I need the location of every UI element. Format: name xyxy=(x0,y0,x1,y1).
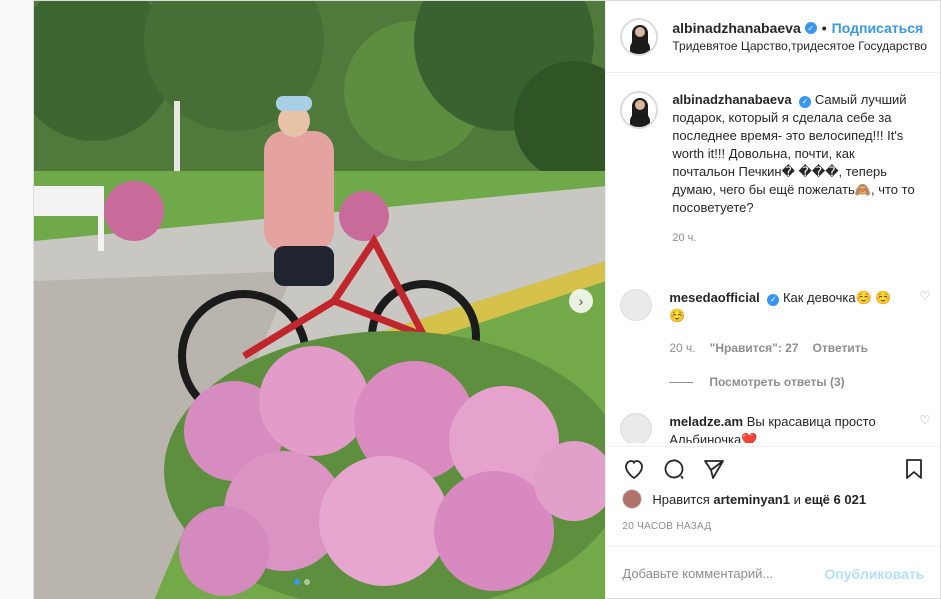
post-header: albinadzhanabaeva ✓ • Подписаться Тридев… xyxy=(606,1,940,73)
heart-icon[interactable] xyxy=(622,457,646,481)
verified-badge-icon: ✓ xyxy=(767,294,780,306)
likes-prefix: Нравится xyxy=(652,491,710,507)
verified-badge-icon: ✓ xyxy=(799,96,812,108)
liker-username[interactable]: arteminyan1 xyxy=(713,492,790,507)
comment-username[interactable]: mesedaofficial xyxy=(669,290,759,305)
comment-item: mesedaofficial ✓ Как девочка☺️ ☺️☺️ 20 ч… xyxy=(620,289,930,357)
reply-button[interactable]: Ответить xyxy=(813,339,868,357)
verified-badge-icon: ✓ xyxy=(804,22,817,34)
carousel-indicator xyxy=(294,579,310,585)
comment-username[interactable]: meladze.am xyxy=(669,414,743,429)
comment-avatar[interactable] xyxy=(620,289,653,321)
post-sidebar: albinadzhanabaeva ✓ • Подписаться Тридев… xyxy=(605,1,941,599)
chevron-right-icon: › xyxy=(578,293,584,309)
comment-time[interactable]: 20 ч. xyxy=(669,339,695,357)
liker-avatar[interactable] xyxy=(622,489,643,509)
carousel-dot-active xyxy=(294,579,300,585)
caption-text: Самый лучший подарок, который я сделала … xyxy=(672,92,915,215)
post-timestamp[interactable]: 20 ЧАСОВ НАЗАД xyxy=(622,521,711,532)
comment-likes[interactable]: "Нравится": 27 xyxy=(710,339,799,357)
comment-item: meladze.am Вы красавица просто Альбиночк… xyxy=(620,413,930,443)
caption-avatar[interactable] xyxy=(620,91,659,129)
follow-button[interactable]: Подписаться xyxy=(832,20,924,36)
comment-input[interactable]: Добавьте комментарий... xyxy=(622,566,773,581)
header-username[interactable]: albinadzhanabaeva xyxy=(672,20,800,36)
share-icon[interactable] xyxy=(702,457,726,481)
likes-middle: и xyxy=(793,491,801,507)
post-container: › albinadzhanabaeva ✓ • Подписаться Трид… xyxy=(33,0,941,599)
likes-others[interactable]: ещё 6 021 xyxy=(804,492,866,507)
likes-summary: Нравится arteminyan1 и ещё 6 021 xyxy=(622,489,866,509)
next-photo-button[interactable]: › xyxy=(569,289,593,313)
comment-heart-icon[interactable]: ♡ xyxy=(920,289,931,303)
header-separator: • xyxy=(821,20,827,36)
carousel-dot xyxy=(304,579,310,585)
avatar[interactable] xyxy=(620,17,659,56)
comment-heart-icon[interactable]: ♡ xyxy=(920,413,931,427)
caption-time[interactable]: 20 ч. xyxy=(672,229,920,247)
post-photo xyxy=(34,1,606,599)
caption: albinadzhanabaeva ✓ Самый лучший подарок… xyxy=(620,91,930,247)
view-replies-label[interactable]: Посмотреть ответы (3) xyxy=(709,375,844,389)
add-comment-bar: Добавьте комментарий... Опубликовать xyxy=(606,546,941,599)
post-image[interactable]: › xyxy=(34,1,606,599)
comment-avatar[interactable] xyxy=(620,413,653,443)
publish-button[interactable]: Опубликовать xyxy=(824,566,924,582)
comment-icon[interactable] xyxy=(662,457,686,481)
caption-username[interactable]: albinadzhanabaeva xyxy=(672,92,791,107)
location-link[interactable]: Тридевятое Царство,тридесятое Государств… xyxy=(672,39,927,53)
bookmark-icon[interactable] xyxy=(902,457,926,481)
page: › albinadzhanabaeva ✓ • Подписаться Трид… xyxy=(0,0,941,599)
view-replies[interactable]: Посмотреть ответы (3) xyxy=(669,375,845,389)
